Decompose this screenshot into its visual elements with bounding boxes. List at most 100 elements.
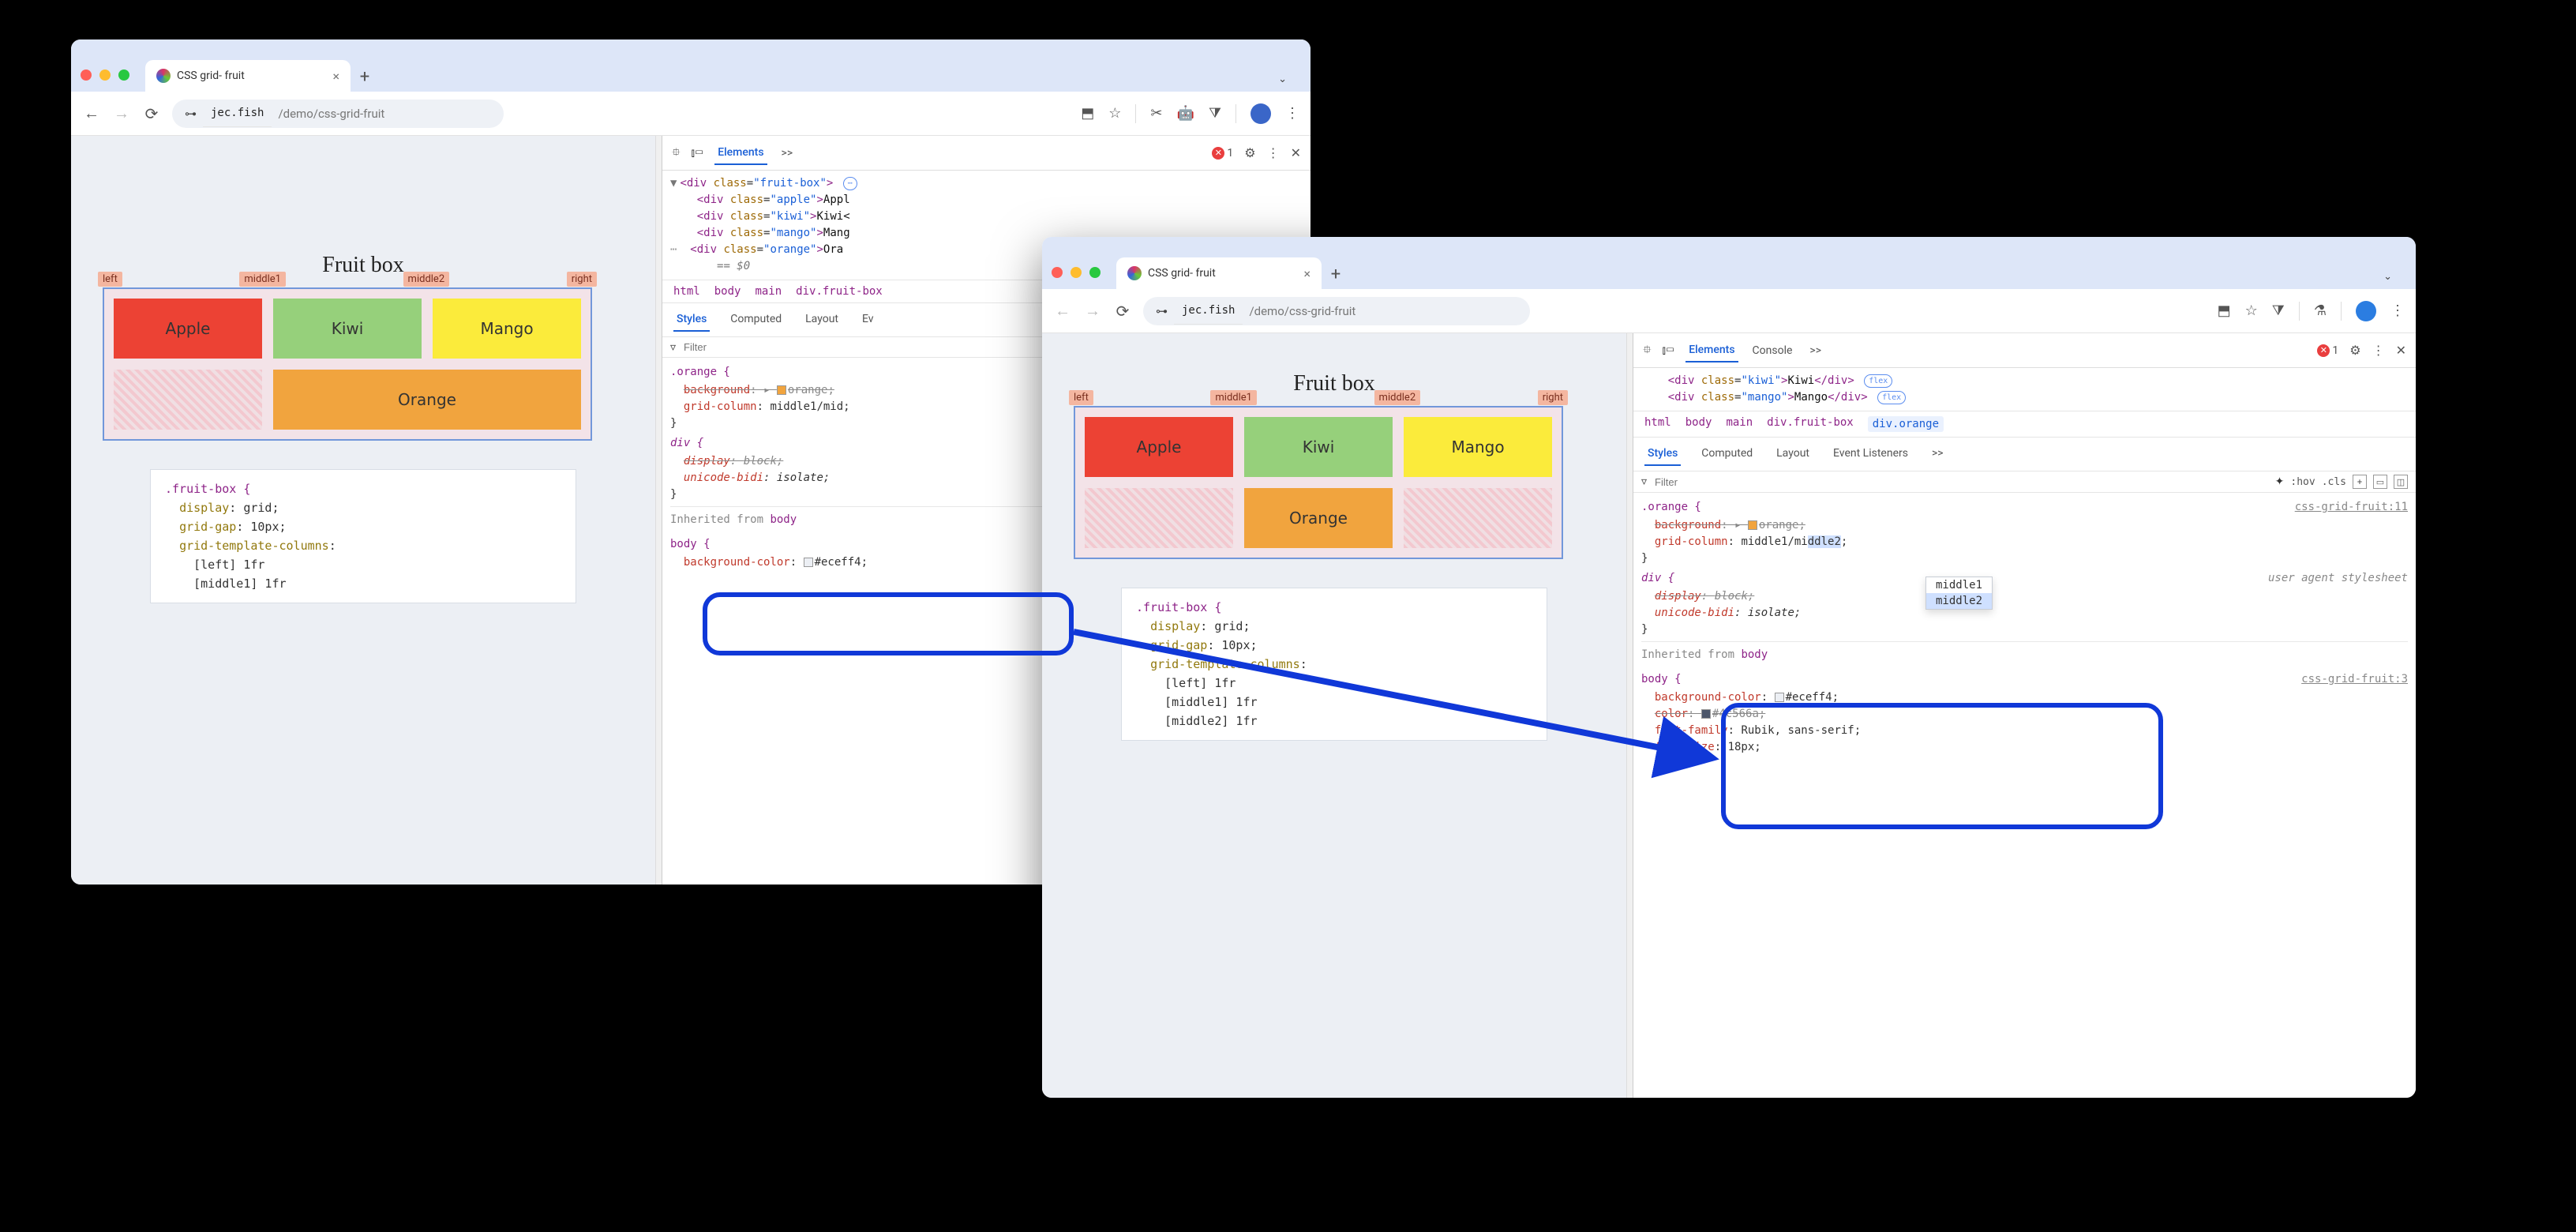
tab-elements[interactable]: Elements: [1685, 339, 1738, 362]
tab-styles[interactable]: Styles: [1644, 442, 1681, 466]
extensions-icon[interactable]: ⧩: [2272, 302, 2285, 319]
cls-button[interactable]: .cls: [2322, 476, 2346, 488]
install-icon[interactable]: ⬒: [2218, 302, 2231, 319]
tab-events[interactable]: Event Listeners: [1830, 442, 1911, 466]
device-toolbar-icon[interactable]: ⫾▭: [1663, 344, 1675, 357]
tab-layout[interactable]: Layout: [802, 308, 842, 332]
tab-console[interactable]: Console: [1749, 340, 1796, 362]
labs-icon[interactable]: ⚗: [2314, 302, 2327, 319]
crumb-body[interactable]: body: [714, 285, 741, 298]
inspect-icon[interactable]: ⯐: [672, 144, 681, 163]
device-toolbar-icon[interactable]: ⫾▭: [692, 147, 704, 160]
crumb-html[interactable]: html: [1644, 416, 1671, 432]
tab-more[interactable]: >>: [1806, 340, 1824, 362]
bookmark-icon[interactable]: ☆: [2245, 302, 2258, 319]
omnibox[interactable]: ⊶ jec.fish/demo/css-grid-fruit: [172, 100, 504, 128]
page-scrollbar[interactable]: [1626, 333, 1633, 1098]
filter-input[interactable]: [1653, 475, 2269, 489]
source-link[interactable]: css-grid-fruit:3: [2301, 671, 2408, 688]
maximize-window-icon[interactable]: [1089, 267, 1101, 278]
autocomplete-dropdown[interactable]: middle1 middle2: [1925, 577, 1993, 610]
crumb-body[interactable]: body: [1685, 416, 1712, 432]
maximize-window-icon[interactable]: [118, 69, 129, 81]
back-button[interactable]: ←: [1053, 301, 1072, 321]
autocomplete-option[interactable]: middle1: [1926, 577, 1992, 593]
minimize-window-icon[interactable]: [1071, 267, 1082, 278]
fruit-box-grid: Apple Kiwi Mango Orange: [103, 287, 592, 441]
tab-computed[interactable]: Computed: [1698, 442, 1756, 466]
computed-toggle-icon[interactable]: ▭: [2373, 475, 2387, 489]
breadcrumbs[interactable]: html body main div.fruit-box div.orange: [1633, 411, 2416, 438]
tabs-dropdown-icon[interactable]: ⌄: [1264, 73, 1301, 92]
minimize-window-icon[interactable]: [99, 69, 111, 81]
tab-strip: CSS grid- fruit × + ⌄: [71, 39, 1310, 92]
more-menu-icon[interactable]: ⋮: [1267, 145, 1280, 160]
styles-pane[interactable]: css-grid-fruit:11.orange { background: ▸…: [1633, 493, 2416, 764]
scissors-icon[interactable]: ✂: [1150, 105, 1162, 122]
dom-tree[interactable]: <div class="kiwi">Kiwi</div> flex <div c…: [1633, 368, 2416, 411]
css-code-block: .fruit-box { display: grid; grid-gap: 10…: [150, 469, 576, 603]
crumb-main[interactable]: main: [755, 285, 782, 298]
tab-more[interactable]: >>: [778, 142, 797, 164]
crumb-fruitbox[interactable]: div.fruit-box: [1767, 416, 1854, 432]
settings-icon[interactable]: ⚙: [1244, 145, 1255, 160]
new-tab-button[interactable]: +: [351, 67, 379, 92]
tabs-dropdown-icon[interactable]: ⌄: [2369, 271, 2406, 289]
cell-kiwi: Kiwi: [1244, 417, 1393, 477]
tab-title: CSS grid- fruit: [1148, 267, 1216, 280]
error-badge[interactable]: ✕1: [1212, 147, 1233, 160]
reload-button[interactable]: ⟳: [1113, 302, 1132, 321]
site-settings-icon[interactable]: ⊶: [185, 107, 197, 121]
page-content: Fruit box left middle1 middle2 right App…: [1042, 333, 1626, 1098]
profile-avatar[interactable]: [2356, 301, 2376, 321]
menu-icon[interactable]: ⋮: [2390, 302, 2405, 319]
forward-button[interactable]: →: [112, 103, 131, 123]
install-icon[interactable]: ⬒: [1081, 105, 1094, 122]
browser-tab[interactable]: CSS grid- fruit ×: [145, 60, 351, 92]
site-settings-icon[interactable]: ⊶: [1156, 304, 1168, 318]
crumb-html[interactable]: html: [673, 285, 700, 298]
devtools-panel: ⯐ ⫾▭ Elements Console >> ✕1 ⚙ ⋮ ✕ <div c…: [1633, 333, 2416, 1098]
close-tab-icon[interactable]: ×: [1303, 266, 1310, 281]
tab-elements[interactable]: Elements: [714, 141, 767, 165]
url-path: /demo/css-grid-fruit: [278, 107, 384, 121]
browser-tab[interactable]: CSS grid- fruit ×: [1116, 257, 1322, 289]
hov-button[interactable]: :hov: [2290, 476, 2315, 488]
profile-avatar[interactable]: [1251, 103, 1271, 124]
close-window-icon[interactable]: [81, 69, 92, 81]
tab-more[interactable]: >>: [1929, 442, 1947, 466]
extensions-icon[interactable]: ⧩: [1209, 105, 1221, 122]
close-tab-icon[interactable]: ×: [332, 69, 339, 84]
crumb-fruitbox[interactable]: div.fruit-box: [796, 285, 883, 298]
tab-strip: CSS grid- fruit × + ⌄: [1042, 237, 2416, 289]
close-window-icon[interactable]: [1052, 267, 1063, 278]
new-tab-button[interactable]: +: [1322, 265, 1350, 289]
back-button[interactable]: ←: [82, 103, 101, 123]
cell-kiwi: Kiwi: [273, 299, 422, 359]
forward-button[interactable]: →: [1083, 301, 1102, 321]
page-scrollbar[interactable]: [655, 136, 662, 885]
crumb-main[interactable]: main: [1726, 416, 1753, 432]
more-menu-icon[interactable]: ⋮: [2372, 343, 2385, 358]
reload-button[interactable]: ⟳: [142, 104, 161, 123]
source-link[interactable]: css-grid-fruit:11: [2295, 499, 2408, 516]
tab-computed[interactable]: Computed: [727, 308, 785, 332]
tab-events[interactable]: Ev: [859, 308, 877, 332]
window-controls: [1052, 267, 1101, 289]
omnibox[interactable]: ⊶ jec.fish/demo/css-grid-fruit: [1143, 297, 1530, 325]
error-badge[interactable]: ✕1: [2317, 344, 2338, 357]
close-devtools-icon[interactable]: ✕: [2396, 343, 2406, 358]
inspect-icon[interactable]: ⯐: [1643, 341, 1652, 360]
sidebar-toggle-icon[interactable]: ◫: [2394, 475, 2408, 489]
close-devtools-icon[interactable]: ✕: [1291, 145, 1301, 160]
tab-layout[interactable]: Layout: [1773, 442, 1813, 466]
new-style-button[interactable]: +: [2353, 475, 2367, 489]
crumb-orange[interactable]: div.orange: [1868, 416, 1944, 432]
bookmark-icon[interactable]: ☆: [1108, 105, 1121, 122]
robot-icon[interactable]: 🤖: [1177, 105, 1194, 122]
settings-icon[interactable]: ⚙: [2349, 343, 2360, 358]
tab-styles[interactable]: Styles: [673, 308, 710, 332]
ai-icon[interactable]: ✦: [2275, 475, 2285, 488]
menu-icon[interactable]: ⋮: [1285, 105, 1299, 122]
autocomplete-option-selected[interactable]: middle2: [1926, 593, 1992, 609]
